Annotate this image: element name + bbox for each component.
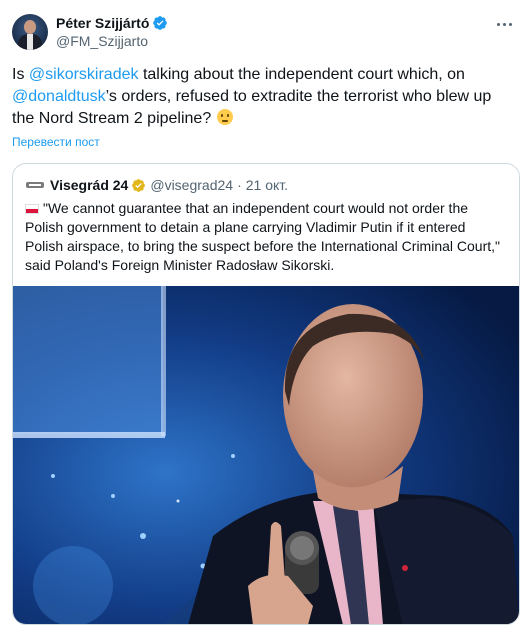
quoted-tweet[interactable]: Visegrád 24 @visegrad24 · 21 окт. "We ca… xyxy=(12,163,520,625)
quoted-handle[interactable]: @visegrad24 xyxy=(150,176,233,194)
tweet-card: Péter Szijjártó @FM_Szijjarto Is @sikors… xyxy=(0,0,528,633)
quoted-text-body: "We cannot guarantee that an independent… xyxy=(25,200,500,273)
quoted-author-name[interactable]: Visegrád 24 xyxy=(50,176,128,194)
poland-flag-icon xyxy=(25,204,39,214)
mention-link-sikorskiradek[interactable]: @sikorskiradek xyxy=(29,66,139,83)
quoted-avatar[interactable] xyxy=(25,175,45,195)
author-handle[interactable]: @FM_Szijjarto xyxy=(56,32,168,50)
mention-link-donaldtusk[interactable]: @donaldtusk xyxy=(12,88,106,105)
separator-dot: · xyxy=(237,177,242,193)
quoted-date[interactable]: 21 окт. xyxy=(246,176,288,194)
tweet-text: Is @sikorskiradek talking about the inde… xyxy=(12,64,516,130)
translate-link[interactable]: Перевести пост xyxy=(12,134,516,150)
verified-badge-icon xyxy=(153,16,168,30)
tweet-header: Péter Szijjártó @FM_Szijjarto xyxy=(12,14,516,58)
tweet-text-segment: Is xyxy=(12,66,29,83)
avatar[interactable] xyxy=(12,14,48,50)
quoted-tweet-image[interactable] xyxy=(13,286,519,624)
author-info: Péter Szijjártó @FM_Szijjarto xyxy=(56,14,168,50)
quoted-tweet-text: "We cannot guarantee that an independent… xyxy=(13,195,519,275)
photo-man-with-microphone xyxy=(13,286,519,624)
gold-verified-badge-icon xyxy=(132,178,146,192)
quoted-tweet-header: Visegrád 24 @visegrad24 · 21 окт. xyxy=(13,164,519,195)
thinking-face-icon xyxy=(216,109,233,125)
tweet-text-segment: talking about the independent court whic… xyxy=(138,66,465,83)
more-options-icon[interactable] xyxy=(494,14,514,34)
author-name[interactable]: Péter Szijjártó xyxy=(56,14,149,32)
